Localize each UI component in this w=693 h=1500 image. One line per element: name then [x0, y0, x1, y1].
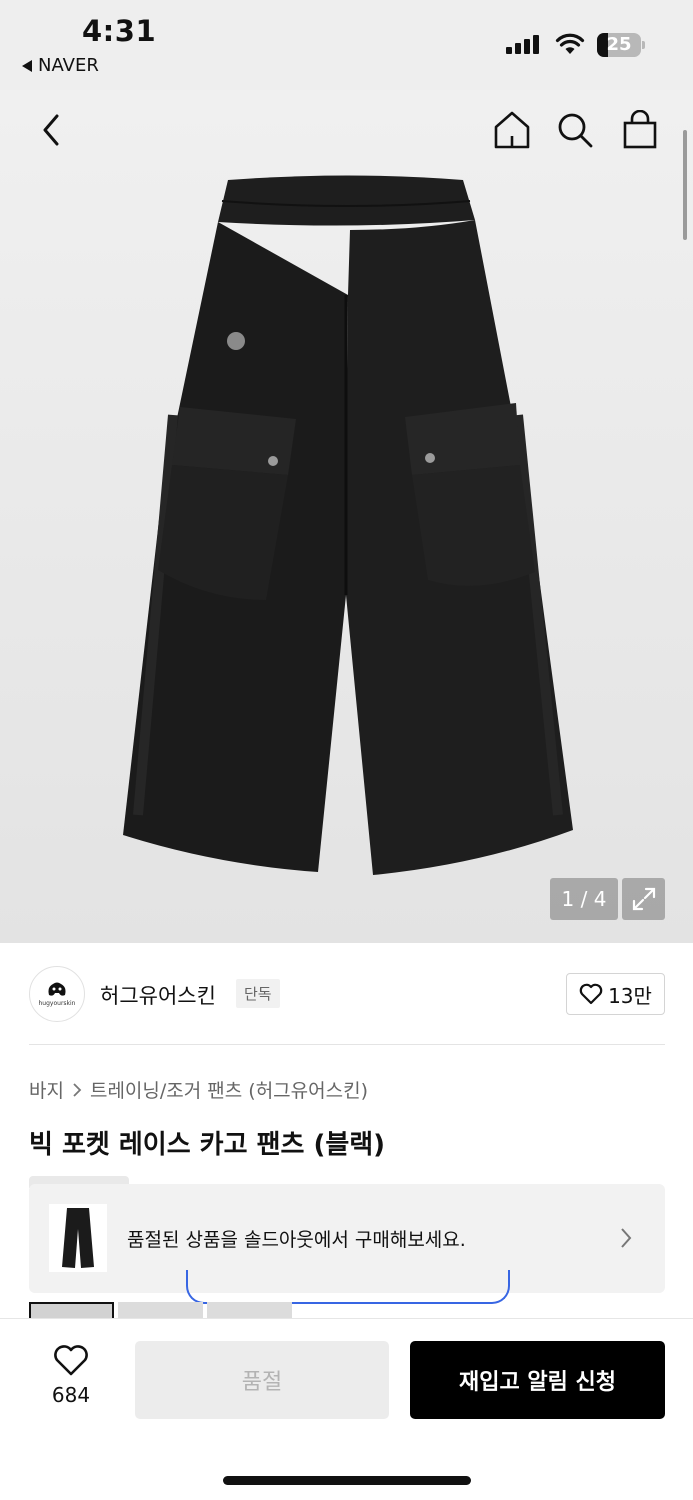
- wishlist-button[interactable]: 684: [30, 1345, 112, 1407]
- breadcrumb-subcategory[interactable]: 트레이닝/조거 팬츠 (허그유어스킨): [90, 1076, 368, 1103]
- brand-row: hugyourskin 허그유어스킨 단독 13만: [0, 944, 693, 1044]
- pants-thumbnail-icon: [62, 1208, 94, 1268]
- chevron-right-icon: [621, 1228, 632, 1248]
- bottom-action-bar: 684 품절 재입고 알림 신청: [0, 1318, 693, 1500]
- back-app-label: NAVER: [38, 55, 99, 76]
- cart-button[interactable]: [620, 108, 660, 152]
- brand-like-button[interactable]: 13만: [566, 973, 665, 1015]
- heart-icon: [579, 983, 603, 1005]
- exclusive-badge: 단독: [236, 979, 280, 1008]
- heart-icon: [54, 1345, 88, 1376]
- brand-logo[interactable]: hugyourskin: [29, 966, 85, 1022]
- status-time: 4:31: [82, 14, 157, 48]
- breadcrumb: 바지 트레이닝/조거 팬츠 (허그유어스킨): [29, 1076, 368, 1103]
- divider: [29, 1044, 665, 1045]
- option-thumbnail[interactable]: [29, 1302, 114, 1318]
- home-indicator[interactable]: [223, 1476, 471, 1485]
- expand-icon: [632, 887, 655, 911]
- option-thumbnail[interactable]: [118, 1302, 203, 1318]
- back-to-app-link[interactable]: NAVER: [22, 55, 99, 76]
- home-icon: [494, 111, 530, 149]
- brand-name[interactable]: 허그유어스킨: [100, 980, 216, 1010]
- battery-tip: [642, 41, 645, 49]
- chevron-right-icon: [73, 1082, 82, 1097]
- search-button[interactable]: [555, 108, 595, 152]
- breadcrumb-category[interactable]: 바지: [29, 1076, 64, 1103]
- brand-logo-wordmark: hugyourskin: [38, 1000, 76, 1007]
- battery-icon: 25: [597, 33, 641, 57]
- status-bar: 4:31 NAVER 25: [0, 0, 693, 90]
- expand-button[interactable]: [622, 878, 665, 920]
- product-title: 빅 포켓 레이스 카고 팬츠 (블랙): [29, 1130, 386, 1160]
- wifi-icon: [555, 33, 585, 54]
- soldout-banner-text: 품절된 상품을 솔드아웃에서 구매해보세요.: [127, 1229, 466, 1251]
- popup-edge: [186, 1270, 510, 1304]
- wishlist-count: 684: [51, 1383, 91, 1407]
- top-nav: [0, 100, 693, 160]
- back-triangle-icon: [22, 59, 32, 72]
- option-thumbnail[interactable]: [207, 1302, 292, 1318]
- shopping-bag-icon: [623, 110, 657, 149]
- back-button[interactable]: [34, 110, 68, 150]
- search-icon: [558, 113, 593, 148]
- brand-like-count: 13만: [608, 983, 652, 1008]
- brand-logo-icon: [48, 982, 66, 996]
- image-counter: 1 / 4: [550, 878, 618, 920]
- restock-alert-button[interactable]: 재입고 알림 신청: [410, 1341, 665, 1419]
- option-thumbnails: [29, 1302, 292, 1318]
- home-button[interactable]: [492, 108, 532, 152]
- soldout-thumbnail: [49, 1204, 107, 1272]
- soldout-button[interactable]: 품절: [135, 1341, 389, 1419]
- product-photo-cargo-pants: [123, 175, 573, 875]
- battery-percent: 25: [606, 34, 632, 55]
- chevron-left-icon: [43, 114, 59, 146]
- cellular-signal-icon: [506, 35, 539, 54]
